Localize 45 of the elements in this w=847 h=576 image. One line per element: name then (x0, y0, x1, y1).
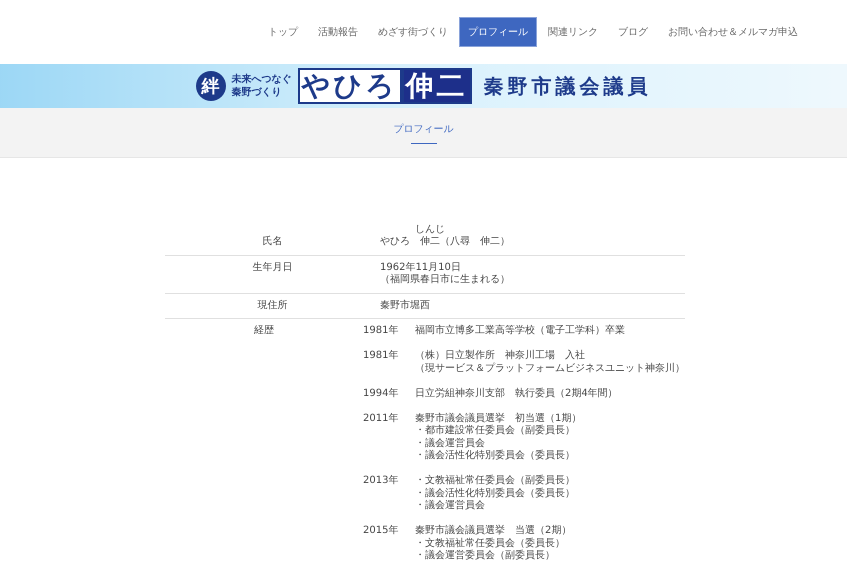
page-title: プロフィール (394, 122, 454, 136)
logo-family-name: やひろ (298, 68, 402, 104)
row-label: 経歴 (254, 325, 274, 336)
nav-link[interactable]: 関連リンク (539, 17, 607, 47)
row-value: 1962年11月10日 (380, 262, 462, 274)
row-value: 秦野市堀西 (380, 300, 431, 312)
career-year: 2013年 (363, 475, 400, 488)
career-item: ・議会活性化特別委員会（委員長） (415, 450, 576, 462)
career-year: 1981年 (363, 325, 400, 338)
career-item: （株）日立製作所 神奈川工場 入社 (415, 350, 586, 362)
row-label: 氏名 (262, 236, 282, 247)
career-year: 2015年 (363, 525, 400, 538)
career-item: 日立労組神奈川支部 執行委員（2期4年間） (415, 388, 618, 400)
nav-link[interactable]: 活動報告 (309, 17, 367, 47)
career-item: ・文教福祉常任委員会（副委員長） (415, 475, 575, 488)
nav-link[interactable]: プロフィール (459, 17, 537, 47)
logo-role: 秦野市議会議員 (484, 72, 652, 100)
career-item: ・議会運営員会 (415, 438, 486, 450)
career-item: ・議会運営員会 (415, 500, 486, 512)
logo-given-name: 伸二 (402, 68, 472, 104)
career-item: ・議会活性化特別委員会（委員長） (415, 488, 575, 500)
name-reading: しんじ (415, 225, 445, 235)
row-label: 現住所 (258, 300, 288, 310)
career-item: 秦野市議会議員選挙 初当選（1期） (415, 412, 582, 424)
logo-slogan: 秦野づくり (232, 86, 282, 99)
logo-emblem: 絆 (196, 71, 226, 101)
row-value: （福岡県春日市に生まれる） (380, 274, 511, 286)
career-item: ・文教福祉常任委員会（委員長） (415, 538, 566, 550)
career-year: 2011年 (363, 412, 400, 426)
career-item: 福岡市立博多工業高等学校（電子工学科）卒業 (415, 325, 625, 338)
career-item: ・議会運営委員会（副委員長） (415, 550, 556, 562)
logo-slogan: 未来へつなぐ (232, 73, 292, 86)
row-label: 生年月日 (252, 262, 292, 272)
nav-link[interactable]: トップ (259, 17, 307, 47)
name-hiragana: やひろ (380, 236, 410, 248)
nav-link[interactable]: ブログ (609, 17, 657, 47)
career-item: （現サービス＆プラットフォームビジネスユニット神奈川） (415, 362, 685, 375)
given-name: 伸二 (420, 236, 440, 247)
career-item: 秦野市議会議員選挙 当選（2期） (415, 525, 572, 538)
career-year: 1994年 (363, 388, 400, 400)
career-item: ・都市建設常任委員会（副委員長） (415, 425, 576, 438)
name-kanji: （八尋 伸二） (440, 236, 510, 248)
nav-link[interactable]: お問い合わせ＆メルマガ申込 (659, 17, 807, 47)
career-year: 1981年 (363, 350, 400, 363)
nav-link[interactable]: めざす街づくり (369, 17, 457, 47)
